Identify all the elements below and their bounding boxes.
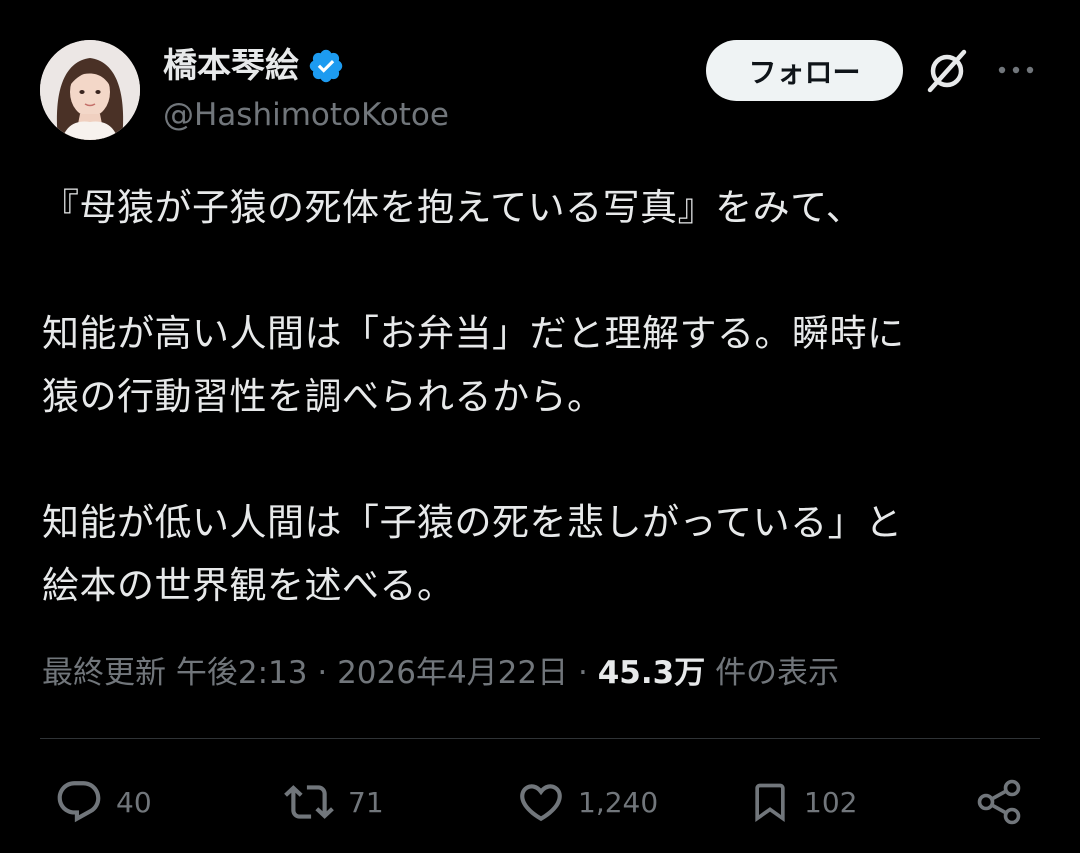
edited-label[interactable]: 最終更新 (42, 655, 166, 691)
display-name-text[interactable]: 橋本琴絵 (163, 44, 299, 88)
tweet-line: 絵本の世界観を述べる。 (42, 564, 455, 607)
grok-icon[interactable] (922, 46, 972, 96)
share-button[interactable] (974, 772, 1026, 832)
reply-count: 40 (116, 785, 152, 819)
bookmark-button[interactable]: 102 (748, 772, 857, 832)
like-icon[interactable] (516, 777, 566, 827)
bookmark-count: 102 (804, 785, 858, 819)
share-icon[interactable] (974, 776, 1026, 828)
tweet-line: 知能が高い人間は「お弁当」だと理解する。瞬時に (42, 312, 905, 355)
avatar[interactable] (40, 40, 140, 140)
bookmark-icon[interactable] (748, 777, 792, 827)
verified-badge-icon[interactable] (307, 47, 345, 85)
tweet-text: 『母猿が子猿の死体を抱えている写真』をみて、 知能が高い人間は「お弁当」だと理解… (42, 176, 1042, 617)
views-count: 45.3万 (597, 655, 706, 691)
divider (40, 738, 1040, 739)
meta-separator: · (317, 655, 328, 691)
repost-count: 71 (348, 785, 384, 819)
reply-icon[interactable] (54, 777, 104, 827)
tweet-line: 知能が低い人間は「子猿の死を悲しがっている」と (42, 501, 903, 544)
follow-button[interactable]: フォロー (706, 40, 903, 101)
repost-icon[interactable] (282, 777, 336, 827)
tweet-line: 猿の行動習性を調べられるから。 (42, 375, 605, 418)
timestamp-date[interactable]: 2026年4月22日 (337, 655, 568, 691)
meta-separator: · (577, 655, 588, 691)
views-label: 件の表示 (715, 655, 840, 691)
timestamp-time[interactable]: 午後2:13 (176, 655, 308, 691)
display-name[interactable]: 橋本琴絵 (163, 44, 345, 88)
tweet-line: 『母猿が子猿の死体を抱えている写真』をみて、 (42, 186, 864, 229)
tweet-meta: 最終更新 午後2:13 · 2026年4月22日 · 45.3万 件の表示 (42, 650, 839, 696)
reply-button[interactable]: 40 (54, 772, 152, 832)
handle[interactable]: @HashimotoKotoe (163, 94, 449, 136)
like-button[interactable]: 1,240 (516, 772, 658, 832)
like-count: 1,240 (578, 785, 659, 819)
repost-button[interactable]: 71 (282, 772, 384, 832)
more-icon[interactable] (994, 52, 1038, 88)
